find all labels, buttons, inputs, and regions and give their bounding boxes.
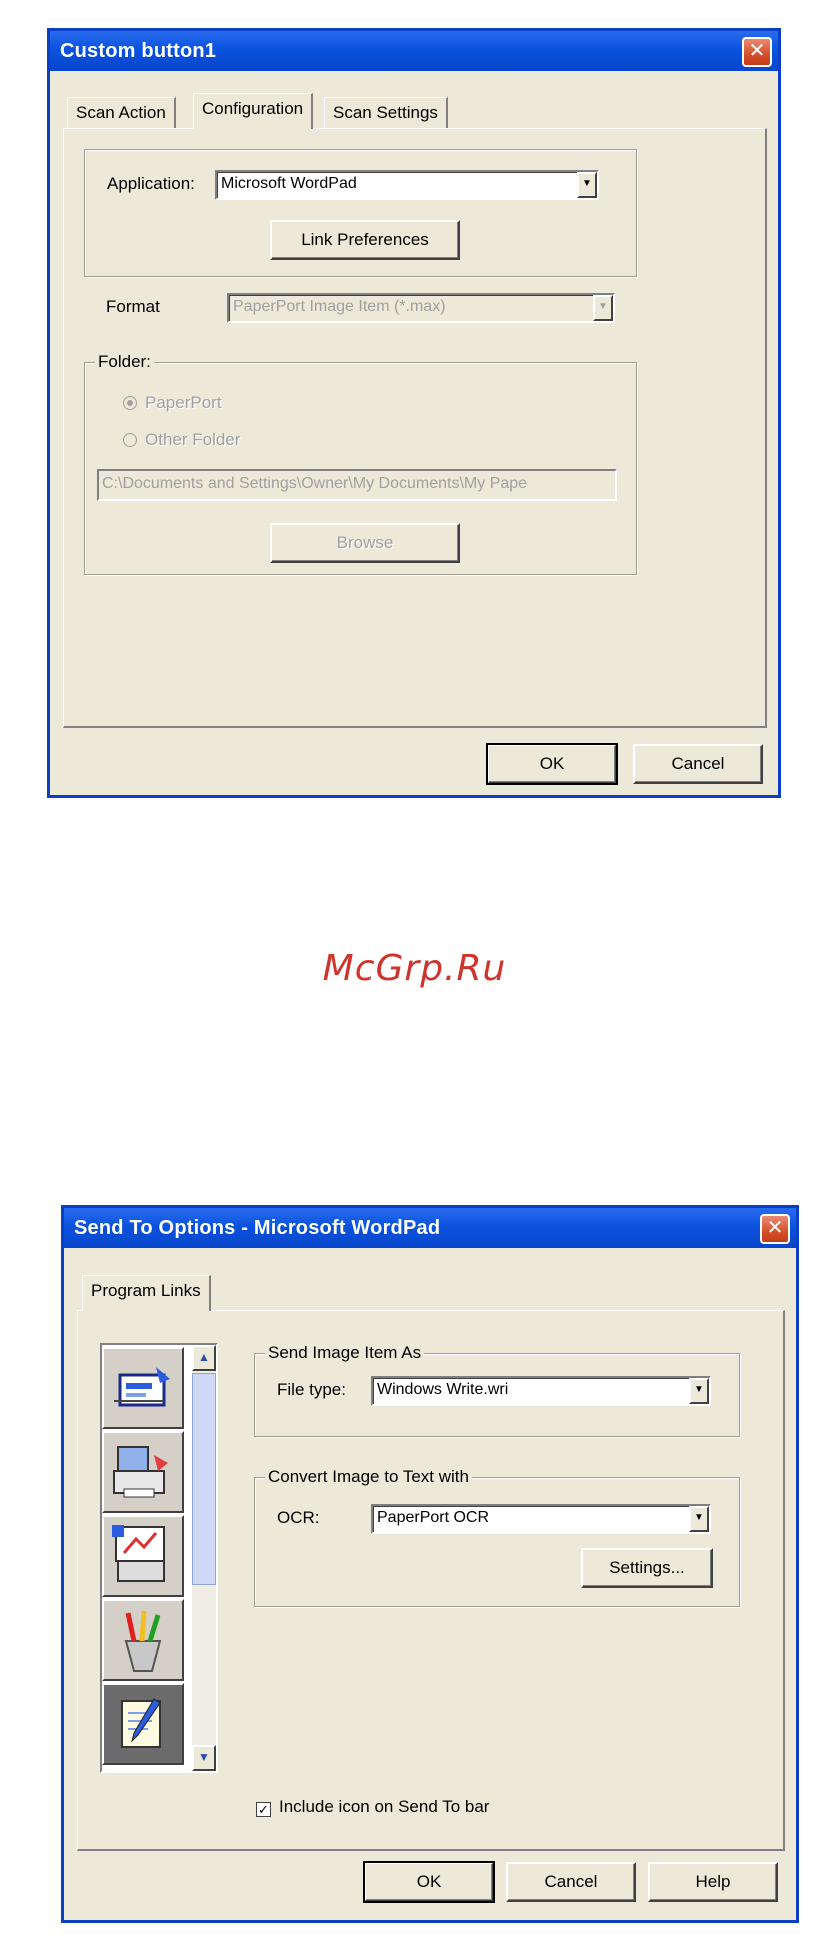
file-type-select[interactable]: Windows Write.wri ▼ bbox=[371, 1376, 711, 1406]
format-value: PaperPort Image Item (*.max) bbox=[233, 298, 446, 315]
ok-button[interactable]: OK bbox=[363, 1861, 495, 1903]
application-value: Microsoft WordPad bbox=[221, 175, 357, 192]
folder-legend: Folder: bbox=[95, 352, 154, 372]
checkbox-label: Include icon on Send To bar bbox=[279, 1797, 490, 1816]
dialog-title: Send To Options - Microsoft WordPad bbox=[74, 1217, 441, 1239]
format-label: Format bbox=[106, 297, 160, 316]
checkmark-icon: ✓ bbox=[256, 1802, 271, 1817]
scroll-down-button[interactable]: ▼ bbox=[192, 1745, 216, 1771]
tab-label: Scan Settings bbox=[333, 103, 438, 122]
application-group: Application: Microsoft WordPad ▼ Link Pr… bbox=[84, 149, 637, 277]
button-label: OK bbox=[539, 754, 565, 773]
button-label: OK bbox=[416, 1872, 442, 1891]
format-select[interactable]: PaperPort Image Item (*.max) ▼ bbox=[227, 293, 615, 323]
file-type-label: File type: bbox=[277, 1380, 346, 1399]
tab-label: Scan Action bbox=[76, 103, 166, 122]
tab-panel: Application: Microsoft WordPad ▼ Link Pr… bbox=[63, 128, 767, 728]
radio-label: Other Folder bbox=[145, 430, 241, 449]
radio-paperport[interactable]: PaperPort bbox=[123, 393, 222, 413]
tab-configuration[interactable]: Configuration bbox=[193, 93, 314, 129]
title-bar: Send To Options - Microsoft WordPad bbox=[64, 1208, 796, 1248]
close-button[interactable]: ✕ bbox=[760, 1214, 790, 1244]
chevron-down-icon[interactable]: ▼ bbox=[577, 172, 597, 198]
radio-label: PaperPort bbox=[145, 393, 222, 412]
application-label: Application: bbox=[107, 174, 195, 193]
folder-path-field[interactable]: C:\Documents and Settings\Owner\My Docum… bbox=[97, 469, 617, 501]
application-select[interactable]: Microsoft WordPad ▼ bbox=[215, 170, 599, 200]
ocr-label: OCR: bbox=[277, 1508, 320, 1527]
button-label: Settings... bbox=[609, 1558, 685, 1577]
tab-panel: ▲ ▼ Send Image Item As File type: Window… bbox=[77, 1310, 785, 1851]
chevron-down-icon[interactable]: ▼ bbox=[593, 295, 613, 321]
tab-label: Program Links bbox=[91, 1281, 201, 1300]
button-label: Link Preferences bbox=[301, 230, 429, 249]
tab-program-links[interactable]: Program Links bbox=[82, 1275, 211, 1311]
close-button[interactable]: ✕ bbox=[742, 37, 772, 67]
send-image-group: Send Image Item As File type: Windows Wr… bbox=[254, 1343, 740, 1437]
radio-unselected-icon bbox=[123, 433, 137, 447]
tab-label: Configuration bbox=[202, 99, 304, 118]
program-item-print-preview[interactable] bbox=[102, 1515, 184, 1597]
settings-button[interactable]: Settings... bbox=[581, 1548, 713, 1588]
icon-list-scrollbar[interactable]: ▲ ▼ bbox=[192, 1345, 216, 1771]
program-item-fax[interactable] bbox=[102, 1347, 184, 1429]
file-type-value: Windows Write.wri bbox=[377, 1381, 509, 1398]
printer-icon bbox=[113, 1446, 168, 1498]
chevron-down-icon[interactable]: ▼ bbox=[689, 1378, 709, 1404]
folder-group: Folder: PaperPort Other Folder C:\Docume… bbox=[84, 352, 637, 575]
custom-button-dialog: Custom button1 ✕ Scan Action Configurati… bbox=[47, 28, 781, 798]
dialog-title: Custom button1 bbox=[60, 40, 217, 62]
button-label: Cancel bbox=[671, 754, 725, 773]
chevron-up-icon: ▲ bbox=[198, 1350, 210, 1364]
ocr-select[interactable]: PaperPort OCR ▼ bbox=[371, 1504, 711, 1534]
scroll-up-button[interactable]: ▲ bbox=[192, 1345, 216, 1371]
program-item-paint[interactable] bbox=[102, 1599, 184, 1681]
browse-button[interactable]: Browse bbox=[270, 523, 460, 563]
help-button[interactable]: Help bbox=[648, 1862, 778, 1902]
send-image-legend: Send Image Item As bbox=[265, 1343, 425, 1363]
paint-icon bbox=[124, 1610, 162, 1672]
title-bar: Custom button1 bbox=[50, 31, 778, 71]
close-icon: ✕ bbox=[748, 40, 766, 62]
scroll-thumb[interactable] bbox=[192, 1373, 216, 1585]
tab-scan-settings[interactable]: Scan Settings bbox=[324, 97, 448, 129]
chevron-down-icon[interactable]: ▼ bbox=[689, 1506, 709, 1532]
convert-legend: Convert Image to Text with bbox=[265, 1467, 472, 1487]
radio-other-folder[interactable]: Other Folder bbox=[123, 430, 240, 450]
program-item-printer[interactable] bbox=[102, 1431, 184, 1513]
send-to-options-dialog: Send To Options - Microsoft WordPad ✕ Pr… bbox=[61, 1205, 799, 1923]
folder-path-value: C:\Documents and Settings\Owner\My Docum… bbox=[102, 475, 528, 492]
close-icon: ✕ bbox=[766, 1217, 784, 1239]
tab-scan-action[interactable]: Scan Action bbox=[67, 97, 176, 129]
cancel-button[interactable]: Cancel bbox=[506, 1862, 636, 1902]
fax-icon bbox=[114, 1367, 170, 1407]
print-preview-icon bbox=[112, 1525, 165, 1582]
radio-selected-icon bbox=[123, 396, 137, 410]
ocr-value: PaperPort OCR bbox=[377, 1509, 490, 1526]
chevron-down-icon: ▼ bbox=[198, 1750, 210, 1764]
link-preferences-button[interactable]: Link Preferences bbox=[270, 220, 460, 260]
program-item-notepad[interactable] bbox=[102, 1683, 184, 1765]
convert-ocr-group: Convert Image to Text with OCR: PaperPor… bbox=[254, 1467, 740, 1607]
notepad-icon bbox=[121, 1698, 161, 1748]
watermark-text: McGrp.Ru bbox=[322, 948, 507, 989]
button-label: Browse bbox=[336, 533, 394, 552]
button-label: Help bbox=[695, 1872, 731, 1891]
ok-button[interactable]: OK bbox=[486, 743, 618, 785]
cancel-button[interactable]: Cancel bbox=[633, 744, 763, 784]
button-label: Cancel bbox=[544, 1872, 598, 1891]
include-icon-checkbox[interactable]: ✓ Include icon on Send To bar bbox=[256, 1797, 489, 1817]
